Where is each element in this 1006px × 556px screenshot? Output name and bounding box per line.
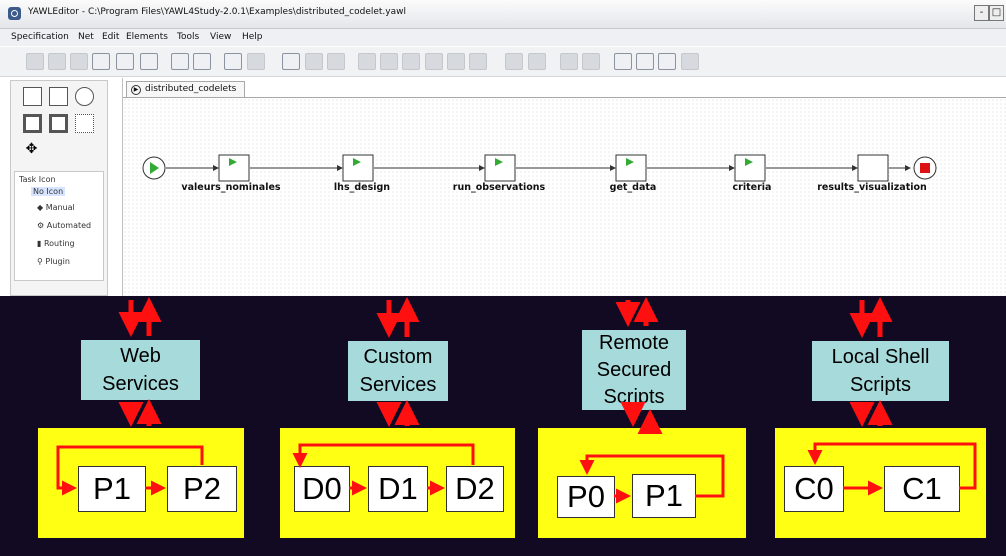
remote-scripts-line-1: Remote <box>598 331 670 354</box>
composite-task-icon[interactable] <box>23 114 42 133</box>
atomic-task-icon[interactable] <box>75 87 94 106</box>
tree-item-automated-label: Automated <box>46 221 92 230</box>
process-d1: D1 <box>368 466 428 512</box>
yawl-logo-icon <box>8 7 21 20</box>
delete-icon[interactable] <box>327 53 345 70</box>
align-right-icon[interactable] <box>469 53 487 70</box>
task-icon-title: Task Icon <box>19 175 56 184</box>
remote-scripts-line-2: Secured <box>596 358 672 381</box>
task-label-valeurs-nominales: valeurs_nominales <box>181 182 281 193</box>
align-center-icon[interactable] <box>447 53 465 70</box>
tree-item-plugin-label: Plugin <box>45 257 70 266</box>
task-label-lhs-design: lhs_design <box>333 182 391 193</box>
menu-edit[interactable]: Edit <box>102 32 119 42</box>
zoom-out-icon[interactable] <box>636 53 654 70</box>
menu-help[interactable]: Help <box>242 32 263 42</box>
process-p1-remote: P1 <box>632 474 696 518</box>
web-services-box: Web Services <box>81 340 200 400</box>
redo-icon[interactable] <box>305 53 323 70</box>
align-left-icon[interactable] <box>425 53 443 70</box>
window-title: YAWLEditor - C:\Program Files\YAWL4Study… <box>28 7 406 17</box>
process-c0: C0 <box>784 466 844 512</box>
tree-item-routing[interactable]: ▮ Routing <box>37 239 75 248</box>
delete-net-icon[interactable] <box>247 53 265 70</box>
custom-services-line-1: Custom <box>363 346 433 368</box>
web-services-line-1: Web <box>120 345 161 367</box>
validate-icon[interactable] <box>171 53 189 70</box>
process-p0-remote: P0 <box>557 476 615 518</box>
custom-services-line-2: Services <box>359 374 437 396</box>
save-icon[interactable] <box>92 53 110 70</box>
process-p2-web: P2 <box>167 466 237 512</box>
remote-scripts-line-3: Scripts <box>603 385 665 408</box>
new-net-icon[interactable] <box>224 53 242 70</box>
close-icon[interactable] <box>116 53 134 70</box>
open-icon[interactable] <box>48 53 66 70</box>
tab-distributed-codelets[interactable]: ▶ distributed_codelets <box>126 81 246 97</box>
tree-item-no-icon[interactable]: No Icon <box>31 187 66 196</box>
task-label-get-data: get_data <box>609 182 657 193</box>
web-services-line-2: Services <box>102 373 179 395</box>
maximize-button[interactable]: □ <box>989 5 1004 21</box>
menu-net[interactable]: Net <box>78 32 94 42</box>
routing-icon: ▮ <box>37 239 42 248</box>
local-scripts-line-2: Scripts <box>849 374 912 396</box>
cancel-set-icon[interactable] <box>505 53 523 70</box>
increase-size-icon[interactable] <box>560 53 578 70</box>
menu-view[interactable]: View <box>210 32 231 42</box>
print-icon[interactable] <box>140 53 158 70</box>
align-middle-icon[interactable] <box>380 53 398 70</box>
zoom-in-icon[interactable] <box>658 53 676 70</box>
task-label-results-visualization: results_visualization <box>817 182 927 193</box>
process-c1: C1 <box>884 466 960 512</box>
task-icon-tree: Task Icon No Icon ◆ Manual ⚙ Automated ▮… <box>14 171 104 281</box>
task-label-run-observations: run_observations <box>452 182 546 193</box>
undo-icon[interactable] <box>282 53 300 70</box>
minimize-button[interactable]: - <box>974 5 989 21</box>
condition-icon[interactable] <box>23 87 42 106</box>
toolbar <box>0 47 1006 77</box>
save-as-icon[interactable] <box>70 53 88 70</box>
multi-instance-task-icon[interactable] <box>49 87 68 106</box>
plug-icon: ⚲ <box>37 257 43 266</box>
menu-elements[interactable]: Elements <box>126 32 168 42</box>
menu-tools[interactable]: Tools <box>177 32 199 42</box>
task-label-criteria: criteria <box>732 182 772 193</box>
tree-item-manual[interactable]: ◆ Manual <box>37 203 75 212</box>
process-d2: D2 <box>446 466 504 512</box>
process-d0: D0 <box>294 466 350 512</box>
multi-composite-task-icon[interactable] <box>49 114 68 133</box>
person-icon: ◆ <box>37 203 44 212</box>
local-scripts-box: Local Shell Scripts <box>812 341 949 401</box>
tree-item-routing-label: Routing <box>43 239 75 248</box>
align-top-icon[interactable] <box>358 53 376 70</box>
remove-cancel-set-icon[interactable] <box>528 53 546 70</box>
title-bar: YAWLEditor - C:\Program Files\YAWL4Study… <box>0 0 1006 29</box>
drag-icon[interactable]: ✥ <box>23 141 40 158</box>
custom-services-box: Custom Services <box>348 341 448 401</box>
new-icon[interactable] <box>26 53 44 70</box>
zoom-actual-icon[interactable] <box>614 53 632 70</box>
tab-label: distributed_codelets <box>145 84 237 94</box>
net-icon: ▶ <box>131 85 141 95</box>
tree-item-automated[interactable]: ⚙ Automated <box>37 221 91 230</box>
process-p1-web: P1 <box>78 466 146 512</box>
marquee-icon[interactable] <box>75 114 94 133</box>
tree-item-manual-label: Manual <box>45 203 75 212</box>
local-scripts-line-1: Local Shell <box>831 346 930 368</box>
gear-icon: ⚙ <box>37 221 45 230</box>
preview-icon[interactable] <box>193 53 211 70</box>
tree-item-plugin[interactable]: ⚲ Plugin <box>37 257 70 266</box>
remote-scripts-box: Remote Secured Scripts <box>582 330 686 410</box>
element-palette: ✥ Task Icon No Icon ◆ Manual ⚙ Automated… <box>10 80 108 296</box>
align-bottom-icon[interactable] <box>402 53 420 70</box>
decrease-size-icon[interactable] <box>582 53 600 70</box>
menu-bar: Specification Net Edit Elements Tools Vi… <box>0 29 1006 46</box>
menu-specification[interactable]: Specification <box>11 32 69 42</box>
net-canvas[interactable] <box>123 97 1006 297</box>
zoom-fit-icon[interactable] <box>681 53 699 70</box>
